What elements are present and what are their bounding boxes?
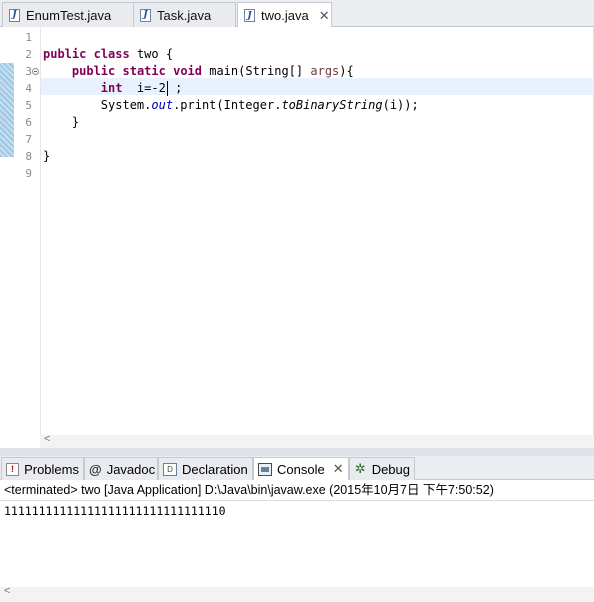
tab-label: Task.java: [157, 7, 212, 23]
editor-tab-bar: J EnumTest.java J Task.java J two.java ✕: [0, 0, 594, 28]
line-number: 4: [25, 82, 32, 95]
console-status-line: <terminated> two [Java Application] D:\J…: [0, 480, 594, 501]
tab-javadoc[interactable]: @ Javadoc: [84, 457, 158, 480]
code-line-2: public class two {: [43, 47, 174, 61]
code-line-3: public static void main(String[] args){: [71, 64, 354, 78]
line-number: 5: [25, 99, 32, 112]
line-number: 1: [25, 31, 32, 44]
tab-enumtest-java[interactable]: J EnumTest.java: [2, 2, 134, 27]
tab-label: Declaration: [182, 461, 248, 477]
declaration-icon: D: [163, 462, 177, 476]
line-number-gutter: 1 2 3 4 5 6 7 8 9: [14, 27, 41, 435]
tab-two-java[interactable]: J two.java ✕: [237, 2, 332, 28]
line-number: 8: [25, 150, 32, 163]
close-icon[interactable]: ✕: [319, 8, 330, 24]
tab-label: Javadoc: [106, 461, 156, 477]
tab-label: Problems: [24, 461, 79, 477]
view-tab-bar: ! Problems @ Javadoc D Declaration Conso…: [0, 456, 594, 480]
close-icon[interactable]: ✕: [333, 461, 344, 477]
tab-console[interactable]: Console ✕: [253, 457, 349, 480]
java-file-icon: J: [9, 8, 20, 22]
code-line-6: }: [71, 115, 80, 129]
tab-label: EnumTest.java: [26, 7, 112, 23]
problems-icon: !: [6, 462, 20, 476]
change-marker-strip: [0, 63, 14, 157]
code-line-5: System.out.print(Integer.toBinaryString(…: [100, 98, 419, 112]
java-file-icon: J: [140, 8, 151, 22]
code-line-8: }: [43, 149, 51, 163]
console-output-area[interactable]: 11111111111111111111111111111110: [0, 501, 594, 587]
javadoc-icon: @: [89, 461, 102, 477]
line-number: 2: [25, 48, 32, 61]
fold-collapse-icon[interactable]: [32, 68, 39, 75]
code-line-4: int i=-2 ;: [100, 81, 183, 96]
scroll-left-icon[interactable]: <: [4, 585, 10, 597]
debug-icon: ✲: [354, 461, 366, 476]
tab-debug[interactable]: ✲ Debug: [349, 457, 415, 480]
tab-label: Debug: [371, 461, 410, 477]
line-number: 9: [25, 167, 32, 180]
tab-problems[interactable]: ! Problems: [1, 457, 84, 480]
tab-declaration[interactable]: D Declaration: [158, 457, 253, 480]
line-number: 6: [25, 116, 32, 129]
tab-label: Console: [277, 461, 325, 477]
console-horizontal-scrollbar[interactable]: <: [0, 585, 594, 602]
line-number: 7: [25, 133, 32, 146]
console-icon: [258, 462, 272, 476]
java-file-icon: J: [244, 9, 255, 22]
tab-label: two.java: [261, 8, 309, 23]
panel-separator[interactable]: [0, 448, 594, 456]
code-editor[interactable]: 1 2 3 4 5 6 7 8 9 public class two { pub…: [0, 27, 594, 448]
console-output-line: 11111111111111111111111111111110: [4, 504, 226, 518]
editor-horizontal-scrollbar[interactable]: <: [40, 433, 594, 448]
scroll-left-icon[interactable]: <: [44, 433, 50, 445]
line-number: 3: [25, 65, 32, 78]
tab-task-java[interactable]: J Task.java: [133, 2, 236, 27]
